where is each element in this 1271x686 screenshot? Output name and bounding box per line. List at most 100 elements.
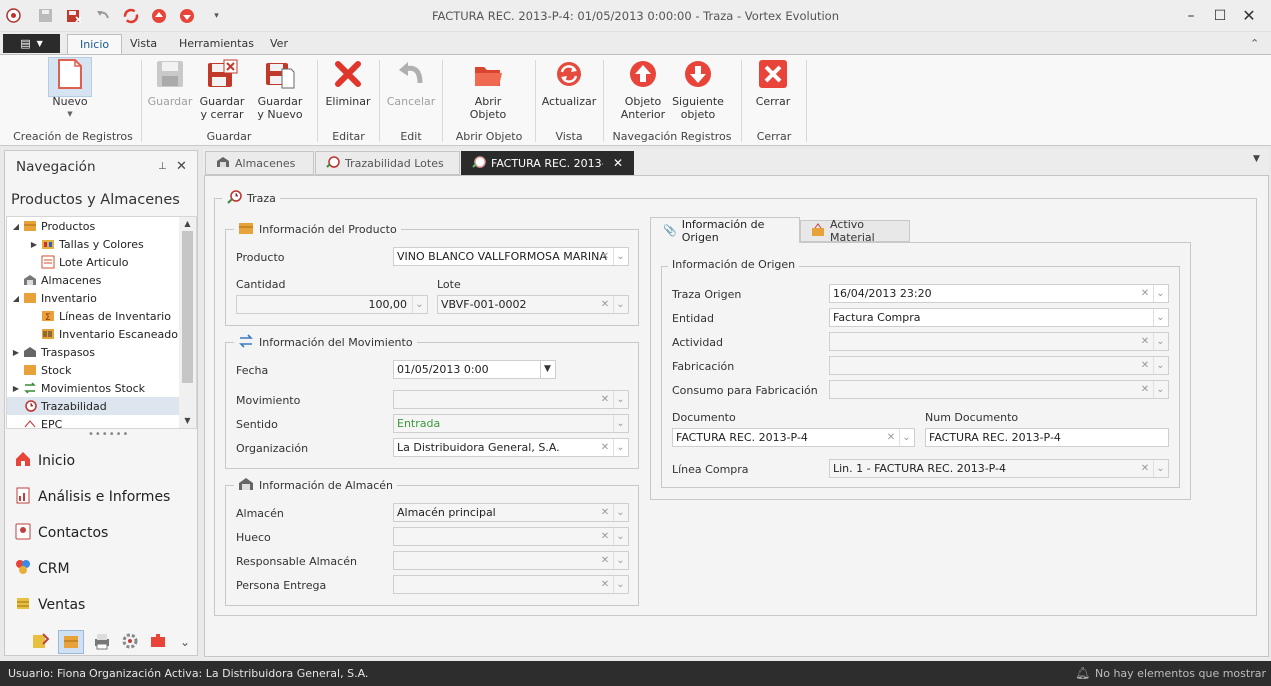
chevron-down-icon[interactable]: ⌄	[1153, 381, 1167, 398]
app-menu-button[interactable]: ▤ ▼	[3, 34, 60, 53]
doc-tab-almacenes[interactable]: Almacenes	[205, 151, 314, 175]
clear-icon[interactable]: ✕	[598, 528, 612, 545]
clear-icon[interactable]: ✕	[1138, 333, 1152, 350]
chevron-down-icon[interactable]: ⌄	[613, 296, 627, 313]
clear-icon[interactable]: ✕	[598, 504, 612, 521]
guardar-button[interactable]: Guardar	[146, 58, 194, 108]
abrir-objeto-button[interactable]: Abrir Objeto	[462, 58, 514, 121]
tree-scrollbar[interactable]: ▲ ▼	[179, 217, 196, 428]
cerrar-button[interactable]: Cerrar	[749, 58, 797, 108]
cancelar-button[interactable]: Cancelar	[385, 58, 437, 108]
nav-section-crm[interactable]: CRM	[14, 559, 70, 579]
clear-icon[interactable]: ✕	[1138, 285, 1152, 302]
nav-section-analisis[interactable]: Análisis e Informes	[14, 487, 170, 507]
num-documento-input[interactable]: FACTURA REC. 2013-P-4	[925, 428, 1169, 447]
tree-item-productos[interactable]: ◢ Productos	[7, 217, 196, 235]
chevron-down-icon[interactable]: ⌄	[613, 439, 627, 456]
entidad-input[interactable]: Factura Compra ⌄	[829, 308, 1169, 327]
hueco-input[interactable]: ✕ ⌄	[393, 527, 629, 546]
plugin-icon[interactable]	[148, 631, 168, 654]
chevron-down-icon[interactable]: ⌄	[412, 296, 426, 313]
tree-item-traspasos[interactable]: ▶ Traspasos	[7, 343, 196, 361]
clear-icon[interactable]: ✕	[1138, 460, 1152, 477]
chevron-down-icon[interactable]: ⌄	[613, 504, 627, 521]
guardar-nuevo-button[interactable]: Guardar y Nuevo	[254, 58, 306, 121]
tab-informacion-origen[interactable]: 📎 Información de Origen	[650, 217, 800, 244]
tab-activo-material[interactable]: Activo Material	[800, 218, 910, 244]
collapse-ribbon-icon[interactable]: ⌃	[1250, 37, 1259, 50]
purchases-icon[interactable]	[30, 631, 50, 654]
tree-item-stock[interactable]: Stock	[7, 361, 196, 379]
close-tab-icon[interactable]: ✕	[613, 156, 623, 170]
doc-tab-trazabilidad-lotes[interactable]: Trazabilidad Lotes	[315, 151, 460, 175]
clear-icon[interactable]: ✕	[598, 391, 612, 408]
maximize-icon[interactable]: ☐	[1206, 6, 1234, 26]
documento-input[interactable]: FACTURA REC. 2013-P-4 ✕ ⌄	[672, 428, 915, 447]
settings-icon[interactable]	[120, 631, 140, 654]
chevron-down-icon[interactable]: ⌄	[613, 528, 627, 545]
nav-section-inicio[interactable]: Inicio	[14, 451, 75, 471]
splitter-grip[interactable]: ••••••	[88, 429, 129, 440]
chevron-down-icon[interactable]: ⌄	[613, 391, 627, 408]
close-window-icon[interactable]: ✕	[1235, 6, 1263, 26]
clear-icon[interactable]: ✕	[598, 552, 612, 569]
producto-input[interactable]: VINO BLANCO VALLFORMOSA MARINA ✕ ⌄	[393, 247, 629, 266]
actualizar-button[interactable]: Actualizar	[541, 58, 597, 108]
clear-icon[interactable]: ✕	[598, 439, 612, 456]
minimize-icon[interactable]: –	[1177, 6, 1205, 26]
bell-icon[interactable]: 🔔︎	[1075, 666, 1090, 680]
expand-icon[interactable]: ▶	[11, 384, 21, 393]
clear-icon[interactable]: ✕	[884, 429, 898, 446]
organizacion-input[interactable]: La Distribuidora General, S.A. ✕ ⌄	[393, 438, 629, 457]
tree-item-trazabilidad[interactable]: Trazabilidad	[7, 397, 196, 415]
clear-icon[interactable]: ✕	[598, 576, 612, 593]
clear-icon[interactable]: ✕	[1138, 381, 1152, 398]
tree-item-lote[interactable]: Lote Articulo	[7, 253, 196, 271]
fecha-input[interactable]: 01/05/2013 0:00 ▼	[393, 360, 556, 379]
linea-compra-input[interactable]: Lin. 1 - FACTURA REC. 2013-P-4 ✕ ⌄	[829, 459, 1169, 478]
objeto-anterior-button[interactable]: Objeto Anterior	[618, 58, 668, 121]
chevron-down-icon[interactable]: ⌄	[613, 552, 627, 569]
lote-input[interactable]: VBVF-001-0002 ✕ ⌄	[437, 295, 629, 314]
chevron-down-icon[interactable]: ⌄	[613, 248, 627, 265]
tree-item-inventario-escaneado[interactable]: Inventario Escaneado	[7, 325, 196, 343]
chevron-down-icon[interactable]: ⌄	[180, 635, 190, 649]
chevron-down-icon[interactable]: ⌄	[1153, 309, 1167, 326]
tab-inicio[interactable]: Inicio	[67, 34, 123, 55]
tree-item-inventario[interactable]: ◢ Inventario	[7, 289, 196, 307]
responsable-input[interactable]: ✕ ⌄	[393, 551, 629, 570]
persona-entrega-input[interactable]: ✕ ⌄	[393, 575, 629, 594]
scroll-down-icon[interactable]: ▼	[179, 414, 196, 428]
eliminar-button[interactable]: Eliminar	[324, 58, 372, 108]
tree-item-movimientos[interactable]: ▶ Movimientos Stock	[7, 379, 196, 397]
actividad-input[interactable]: ✕ ⌄	[829, 332, 1169, 351]
chevron-down-icon[interactable]: ⌄	[899, 429, 913, 446]
calendar-dropdown-icon[interactable]: ▼	[540, 361, 554, 378]
cantidad-input[interactable]: 100,00 ⌄	[236, 295, 428, 314]
nav-section-contactos[interactable]: Contactos	[14, 523, 108, 543]
chevron-down-icon[interactable]: ⌄	[1153, 357, 1167, 374]
movimiento-input[interactable]: ✕ ⌄	[393, 390, 629, 409]
consumo-input[interactable]: ✕ ⌄	[829, 380, 1169, 399]
expand-icon[interactable]: ◢	[11, 222, 21, 231]
expand-icon[interactable]: ▶	[29, 240, 39, 249]
tree-item-tallas[interactable]: ▶ Tallas y Colores	[7, 235, 196, 253]
chevron-down-icon[interactable]: ⌄	[1153, 285, 1167, 302]
sentido-input[interactable]: Entrada ⌄	[393, 414, 629, 433]
clear-icon[interactable]: ✕	[598, 296, 612, 313]
nav-section-ventas[interactable]: Ventas	[14, 595, 85, 615]
chevron-down-icon[interactable]: ⌄	[1153, 333, 1167, 350]
tab-ver[interactable]: Ver	[258, 34, 300, 55]
clear-icon[interactable]: ✕	[598, 248, 612, 265]
chevron-down-icon[interactable]: ⌄	[613, 415, 627, 432]
expand-icon[interactable]: ▶	[11, 348, 21, 357]
siguiente-objeto-button[interactable]: Siguiente objeto	[672, 58, 724, 121]
close-panel-icon[interactable]: ✕	[176, 159, 187, 174]
printer-icon[interactable]	[92, 631, 112, 654]
scroll-up-icon[interactable]: ▲	[179, 217, 196, 231]
doc-tab-factura[interactable]: FACTURA REC. 2013-P-4✕	[461, 151, 634, 175]
products-warehouses-icon[interactable]	[58, 630, 84, 654]
fabricacion-input[interactable]: ✕ ⌄	[829, 356, 1169, 375]
tab-list-icon[interactable]: ▼	[1253, 154, 1260, 164]
scroll-thumb[interactable]	[182, 231, 193, 383]
